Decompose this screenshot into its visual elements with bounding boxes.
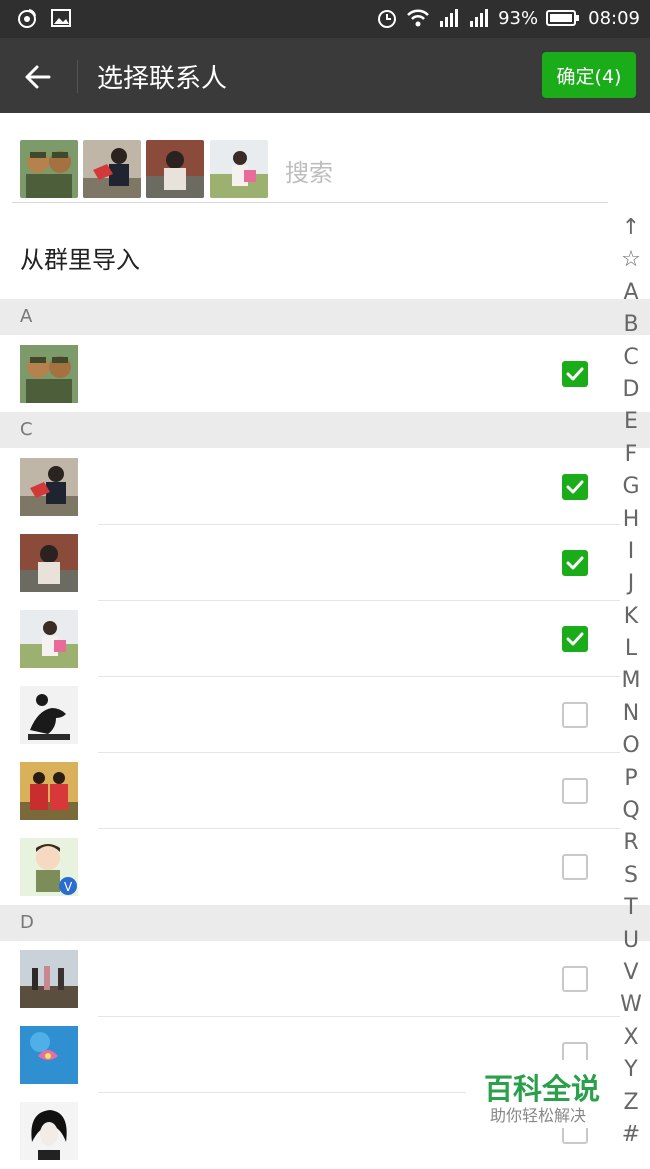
contact-checkbox[interactable]: [562, 474, 588, 500]
contact-checkbox[interactable]: [562, 966, 588, 992]
contact-row[interactable]: [0, 677, 620, 753]
contact-row[interactable]: V: [0, 829, 620, 905]
index-letter[interactable]: E: [614, 406, 648, 438]
checkmark-icon: [566, 556, 584, 570]
signal-icon: [438, 7, 460, 29]
weibo-icon: [16, 7, 38, 29]
index-letter[interactable]: B: [614, 309, 648, 341]
svg-text:V: V: [64, 880, 73, 894]
watermark-subtitle: 助你轻松解决: [490, 1106, 587, 1125]
page-title: 选择联系人: [97, 64, 228, 94]
contact-checkbox[interactable]: [562, 361, 588, 387]
contact-row[interactable]: [0, 449, 620, 525]
contact-row[interactable]: [0, 941, 620, 1017]
section-letter: A: [20, 306, 33, 327]
index-letter[interactable]: V: [614, 957, 648, 989]
status-bar: 93% 08:09: [0, 0, 650, 38]
checkmark-icon: [566, 480, 584, 494]
import-from-group-button[interactable]: 从群里导入: [20, 240, 140, 275]
contact-avatar: V: [20, 838, 78, 896]
header-divider: [77, 60, 78, 93]
index-letter[interactable]: L: [614, 633, 648, 665]
contact-checkbox[interactable]: [562, 778, 588, 804]
selected-avatar[interactable]: [146, 140, 204, 198]
index-letter[interactable]: N: [614, 698, 648, 730]
alarm-icon: [376, 7, 398, 29]
index-letter[interactable]: O: [614, 730, 648, 762]
index-letter[interactable]: T: [614, 892, 648, 924]
checkmark-icon: [566, 367, 584, 381]
index-letter[interactable]: M: [614, 665, 648, 697]
contact-row[interactable]: [0, 601, 620, 677]
section-header: D: [0, 905, 650, 941]
selected-avatar[interactable]: [210, 140, 268, 198]
signal-icon: [468, 7, 490, 29]
index-letter[interactable]: W: [614, 989, 648, 1021]
index-letter[interactable]: ↑: [614, 212, 648, 244]
index-letter[interactable]: H: [614, 504, 648, 536]
contact-checkbox[interactable]: [562, 550, 588, 576]
contact-avatar: [20, 345, 78, 403]
app-header: 选择联系人 确定(4): [0, 38, 650, 113]
section-letter: C: [20, 419, 33, 440]
index-letter[interactable]: C: [614, 342, 648, 374]
confirm-button[interactable]: 确定(4): [542, 52, 636, 98]
battery-icon: [546, 8, 580, 28]
index-letter[interactable]: K: [614, 601, 648, 633]
alphabet-index[interactable]: ↑ ☆ A B C D E F G H I J K L M N O P Q R S T U V W X Y Z #: [614, 212, 648, 1151]
contact-avatar: [20, 1026, 78, 1084]
contact-avatar: [20, 458, 78, 516]
selected-avatar[interactable]: [20, 140, 78, 198]
contact-checkbox[interactable]: [562, 626, 588, 652]
index-letter[interactable]: G: [614, 471, 648, 503]
contact-row[interactable]: [0, 336, 620, 412]
index-letter[interactable]: I: [614, 536, 648, 568]
clock-time: 08:09: [588, 7, 640, 29]
index-letter[interactable]: X: [614, 1022, 648, 1054]
index-letter[interactable]: D: [614, 374, 648, 406]
selected-avatar[interactable]: [83, 140, 141, 198]
contact-checkbox[interactable]: [562, 854, 588, 880]
back-button[interactable]: [16, 55, 60, 99]
index-letter[interactable]: F: [614, 439, 648, 471]
wifi-icon: [406, 7, 430, 29]
search-underline: [12, 202, 608, 203]
index-letter[interactable]: J: [614, 568, 648, 600]
contact-avatar: [20, 534, 78, 592]
index-letter[interactable]: P: [614, 763, 648, 795]
index-letter[interactable]: ☆: [614, 244, 648, 276]
index-letter[interactable]: Q: [614, 795, 648, 827]
index-letter[interactable]: U: [614, 925, 648, 957]
section-header: C: [0, 412, 650, 448]
battery-percent: 93%: [498, 7, 539, 29]
checkmark-icon: [566, 632, 584, 646]
contact-row[interactable]: [0, 525, 620, 601]
contact-avatar: [20, 762, 78, 820]
contact-avatar: [20, 1102, 78, 1160]
contact-row[interactable]: [0, 753, 620, 829]
search-input[interactable]: 搜索: [285, 153, 333, 188]
index-letter[interactable]: R: [614, 827, 648, 859]
contact-avatar: [20, 950, 78, 1008]
section-header: A: [0, 299, 650, 335]
index-letter[interactable]: S: [614, 860, 648, 892]
section-letter: D: [20, 912, 34, 933]
contact-checkbox[interactable]: [562, 702, 588, 728]
back-arrow-icon: [25, 65, 51, 89]
contact-avatar: [20, 610, 78, 668]
contact-avatar: [20, 686, 78, 744]
selected-contacts-bar: 搜索: [0, 113, 650, 203]
watermark-logo: 百科全说 助你轻松解决: [466, 1060, 620, 1128]
index-letter[interactable]: A: [614, 277, 648, 309]
image-icon: [50, 7, 72, 29]
